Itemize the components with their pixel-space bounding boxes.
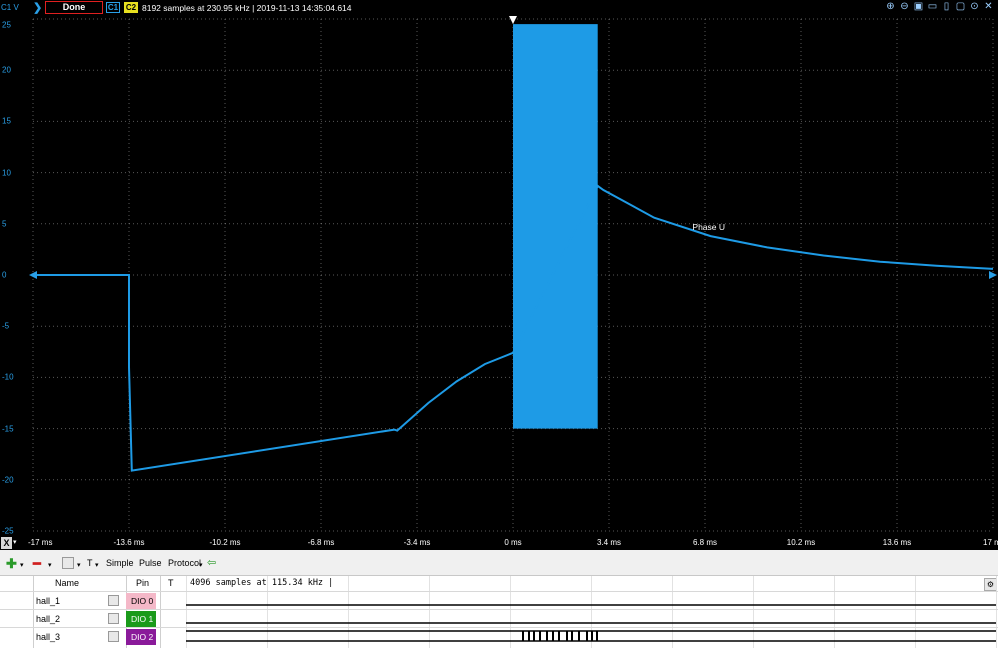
digital-waveform [186, 604, 996, 606]
scope-plot-area[interactable]: 25 20 15 10 5 0 -5 -10 -15 -20 -25 Phase U [0, 16, 998, 536]
waveform-pulse [539, 631, 541, 641]
channel-name: hall_3 [36, 632, 61, 642]
zoom-out-icon[interactable]: ⊖ [899, 1, 910, 13]
pin-badge: DIO 1 [126, 611, 156, 627]
t-column-header[interactable]: T [168, 576, 174, 591]
name-column-header[interactable]: Name [55, 576, 79, 591]
pin-badge: DIO 0 [126, 593, 156, 609]
waveform-pulse [586, 631, 588, 641]
waveform-pulse [578, 631, 580, 641]
channel-toggle-icon[interactable] [108, 595, 119, 606]
waveform-pulse [533, 631, 535, 641]
channel-toggle-icon[interactable] [108, 631, 119, 642]
x-tick-label: -3.4 ms [403, 538, 431, 547]
run-arrow-icon[interactable]: ❯ [33, 1, 42, 14]
x-tick-label: 6.8 ms [692, 538, 718, 547]
x-axis-dropdown-icon[interactable]: ▾ [13, 538, 17, 546]
zoom-window-icon[interactable]: ▢ [955, 1, 966, 13]
trigger-dropdown-icon[interactable]: ▾ [95, 561, 99, 569]
trigger-marker [509, 16, 517, 24]
pwm-band [513, 24, 598, 429]
x-tick-label: 13.6 ms [882, 538, 912, 547]
digital-waveform [186, 630, 996, 642]
add-channel-icon[interactable]: ✚ [6, 556, 17, 572]
x-tick-label: -17 ms [28, 538, 53, 547]
digital-waveform [186, 622, 996, 624]
add-dropdown-icon[interactable]: ▾ [20, 561, 24, 569]
scope-chart [29, 16, 997, 532]
zoom-fit-icon[interactable]: ▣ [913, 1, 924, 13]
zero-marker-right [989, 271, 997, 279]
close-icon[interactable]: ✕ [983, 1, 994, 13]
channel-toggle-icon[interactable] [108, 613, 119, 624]
zoom-in-icon[interactable]: ⊕ [885, 1, 896, 13]
waveform-pulse [596, 631, 598, 641]
x-tick-label: 0 ms [504, 538, 522, 547]
digital-toolbar: ✚ ▾ ━ ▾ ▾ T ▾ Simple Pulse Protocol ▾ ⇦ [0, 556, 998, 574]
remove-dropdown-icon[interactable]: ▾ [48, 561, 52, 569]
waveform-pulse [571, 631, 573, 641]
zoom-horizontal-icon[interactable]: ▭ [927, 1, 938, 13]
waveform-pulse [546, 631, 548, 641]
channel-square-icon[interactable] [62, 557, 74, 569]
waveform-pulse [566, 631, 568, 641]
status-done-button[interactable]: Done [45, 1, 103, 14]
trigger-t-button[interactable]: T [87, 558, 93, 568]
pin-column-header[interactable]: Pin [136, 576, 149, 591]
digital-channel-row[interactable]: hall_3 DIO 2 [0, 627, 998, 646]
channel-2-badge[interactable]: C2 [124, 2, 138, 13]
pin-badge: DIO 2 [126, 629, 156, 645]
x-tick-label: 10.2 ms [786, 538, 816, 547]
protocol-dropdown-icon[interactable]: ▾ [199, 561, 203, 569]
digital-channel-row[interactable]: hall_2 DIO 1 [0, 609, 998, 628]
x-tick-label: -13.6 ms [113, 538, 145, 547]
zoom-vertical-icon[interactable]: ▯ [941, 1, 952, 13]
channel-unit-label: C1 V [1, 3, 19, 12]
back-arrow-icon[interactable]: ⇦ [207, 556, 216, 569]
help-icon[interactable]: ⊙ [969, 1, 980, 13]
capture-info: 8192 samples at 230.95 kHz | 2019-11-13 … [142, 3, 352, 13]
channel-1-badge[interactable]: C1 [106, 2, 120, 13]
x-axis: X ▾ -17 ms -13.6 ms -10.2 ms -6.8 ms -3.4 ms… [0, 536, 998, 550]
x-axis-button[interactable]: X [1, 537, 12, 549]
waveform-pulse [528, 631, 530, 641]
simple-button[interactable]: Simple [106, 558, 134, 568]
waveform-pulse [522, 631, 524, 641]
channel-name: hall_1 [36, 596, 61, 606]
channel-name: hall_2 [36, 614, 61, 624]
x-tick-label: 17 ms [983, 538, 998, 547]
trace-label-phase-u: Phase U [692, 222, 726, 233]
zoom-toolbar: ⊕ ⊖ ▣ ▭ ▯ ▢ ⊙ ✕ [885, 1, 994, 13]
square-dropdown-icon[interactable]: ▾ [77, 561, 81, 569]
digital-channels-panel: Name Pin T 4096 samples at 115.34 kHz | … [0, 575, 998, 648]
x-tick-label: 3.4 ms [596, 538, 622, 547]
digital-channel-row[interactable]: hall_1 DIO 0 [0, 591, 998, 610]
x-tick-label: -10.2 ms [209, 538, 241, 547]
scope-top-bar: C1 V ❯ Done C1 C2 8192 samples at 230.95… [0, 0, 998, 16]
x-tick-label: -6.8 ms [307, 538, 335, 547]
zero-marker-left [29, 271, 37, 279]
protocol-button[interactable]: Protocol [168, 558, 201, 568]
waveform-pulse [591, 631, 593, 641]
waveform-pulse [558, 631, 560, 641]
waveform-pulse [552, 631, 554, 641]
pulse-button[interactable]: Pulse [139, 558, 162, 568]
remove-channel-icon[interactable]: ━ [33, 556, 41, 572]
digital-capture-info: 4096 samples at 115.34 kHz | [190, 578, 334, 588]
